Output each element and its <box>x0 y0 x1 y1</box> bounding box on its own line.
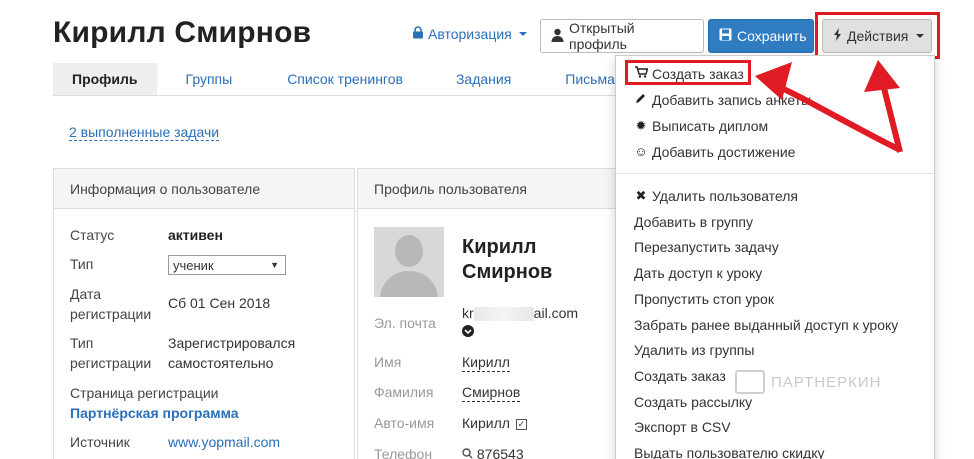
certificate-icon: ✹ <box>635 118 647 133</box>
select-arrow-icon: ▼ <box>270 260 279 270</box>
source-label: Источник <box>70 434 130 450</box>
email-redaction <box>473 307 534 322</box>
avatar[interactable] <box>374 227 444 297</box>
menu-item-restart-task[interactable]: Перезапустить задачу <box>634 238 779 256</box>
reg-type-value-line-2: самостоятельно <box>168 355 274 371</box>
menu-item-issue-diploma[interactable]: ✹ Выписать диплом <box>634 117 769 135</box>
tab-profile[interactable]: Профиль <box>53 63 157 95</box>
menu-item-label: Добавить достижение <box>652 144 796 160</box>
email-suffix: ail.com <box>533 305 579 321</box>
status-value: активен <box>168 227 223 243</box>
auto-name-label: Авто-имя <box>374 415 435 431</box>
user-info-panel-title: Информация о пользователе <box>54 169 354 209</box>
type-select-value: ученик <box>173 257 214 273</box>
first-name-field[interactable]: Кирилл <box>462 354 510 372</box>
avatar-head <box>395 235 423 267</box>
completed-tasks-link[interactable]: 2 выполненные задачи <box>69 124 220 141</box>
menu-item-export-csv[interactable]: Экспорт в CSV <box>634 418 731 436</box>
tab-groups[interactable]: Группы <box>157 63 262 95</box>
menu-item-revoke-lesson-access[interactable]: Забрать ранее выданный доступ к уроку <box>634 316 898 334</box>
menu-item-remove-from-group[interactable]: Удалить из группы <box>634 341 754 359</box>
close-icon: ✖ <box>635 188 647 203</box>
create-order-annotation-box <box>625 60 751 85</box>
reg-type-label-line-2: регистрации <box>70 355 152 371</box>
menu-item-label: Удалить пользователя <box>652 188 798 204</box>
reg-page-link[interactable]: Партнёрская программа <box>70 403 239 423</box>
auto-name-value: Кирилл <box>462 415 510 431</box>
type-select[interactable]: ученик ▼ <box>168 255 286 275</box>
menu-item-create-mailing[interactable]: Создать рассылку <box>634 393 752 411</box>
last-name-label: Фамилия <box>374 384 434 400</box>
watermark-logo-icon <box>735 370 765 394</box>
page-title: Кирилл Смирнов <box>53 16 312 49</box>
menu-item-add-achievement[interactable]: ☺ Добавить достижение <box>634 143 795 161</box>
reg-type-label-line-1: Тип <box>70 335 94 351</box>
first-name-label: Имя <box>374 354 402 370</box>
auth-dropdown[interactable]: Авторизация <box>412 26 527 42</box>
menu-item-grant-lesson-access[interactable]: Дать доступ к уроку <box>634 264 762 282</box>
smile-icon: ☺ <box>634 144 648 159</box>
save-label: Сохранить <box>737 28 807 44</box>
source-link[interactable]: www.yopmail.com <box>168 432 280 452</box>
status-label: Статус <box>70 227 115 243</box>
save-button[interactable]: Сохранить <box>708 19 814 53</box>
watermark: ПАРТНЕРКИН <box>735 370 881 394</box>
user-icon <box>551 28 564 45</box>
user-info-panel: Информация о пользователе Статус активен… <box>53 168 355 459</box>
menu-item-label: Добавить запись анкеты <box>652 92 812 108</box>
lock-icon <box>412 26 424 42</box>
search-icon[interactable] <box>462 446 477 459</box>
last-name-field[interactable]: Смирнов <box>462 384 521 402</box>
reg-date-label-line-1: Дата <box>70 286 102 302</box>
menu-item-delete-user[interactable]: ✖ Удалить пользователя <box>634 187 798 205</box>
avatar-body <box>380 271 438 297</box>
actions-dropdown-menu: Создать заказ Добавить запись анкеты ✹ В… <box>615 55 935 459</box>
menu-divider <box>616 173 934 174</box>
menu-item-add-form-entry[interactable]: Добавить запись анкеты <box>634 91 811 109</box>
open-profile-button[interactable]: Открытый профиль <box>540 19 704 53</box>
phone-label: Телефон <box>374 446 433 459</box>
reg-page-label: Страница регистрации <box>70 385 219 401</box>
reg-date-value: Сб 01 Сен 2018 <box>168 295 271 311</box>
email-expand-icon[interactable] <box>462 324 474 340</box>
tab-trainings[interactable]: Список тренингов <box>261 63 429 95</box>
menu-item-give-discount[interactable]: Выдать пользователю скидку <box>634 444 825 459</box>
auto-name-checkbox[interactable]: ✓ <box>515 418 527 430</box>
tab-tasks[interactable]: Задания <box>429 63 538 95</box>
actions-annotation-box <box>815 12 940 59</box>
email-prefix: kr <box>462 305 474 321</box>
auth-label: Авторизация <box>428 26 512 42</box>
type-label: Тип <box>70 256 94 272</box>
open-profile-label: Открытый профиль <box>569 20 635 52</box>
profile-last-name: Смирнов <box>462 261 553 283</box>
menu-item-create-order-2[interactable]: Создать заказ <box>634 367 726 385</box>
reg-date-label-line-2: регистрации <box>70 306 152 322</box>
phone-row: 876543 <box>462 446 524 459</box>
caret-down-icon <box>518 32 527 36</box>
user-profile-panel: Профиль пользователя Кирилл Смирнов Эл. … <box>357 168 617 459</box>
email-label: Эл. почта <box>374 315 436 331</box>
profile-name: Кирилл Смирнов <box>462 235 612 285</box>
menu-item-label: Выписать диплом <box>652 118 769 134</box>
reg-type-value-line-1: Зарегистрировался <box>168 335 296 351</box>
menu-item-add-to-group[interactable]: Добавить в группу <box>634 213 753 231</box>
pencil-icon <box>634 91 648 109</box>
user-profile-panel-title: Профиль пользователя <box>358 169 617 209</box>
menu-item-skip-stop-lesson[interactable]: Пропустить стоп урок <box>634 290 774 308</box>
floppy-icon <box>719 28 732 44</box>
profile-first-name: Кирилл <box>462 236 537 258</box>
email-value: kr ail.com <box>462 305 579 322</box>
tab-bar: Профиль Группы Список тренингов Задания … <box>53 63 642 95</box>
watermark-text: ПАРТНЕРКИН <box>771 373 882 391</box>
phone-value: 876543 <box>476 446 524 459</box>
auto-name-row: Кирилл ✓ <box>462 415 527 431</box>
